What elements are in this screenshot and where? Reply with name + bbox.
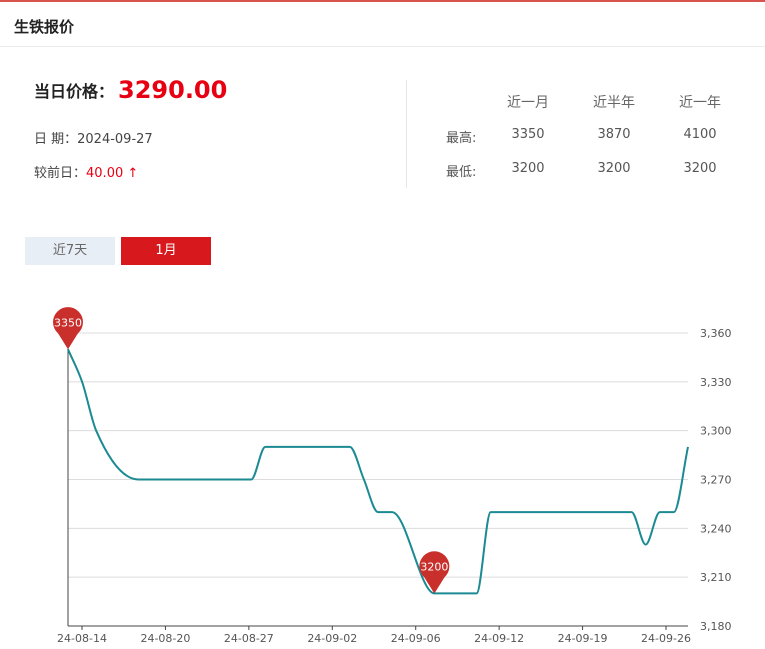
y-tick-label: 3,240 bbox=[700, 522, 732, 535]
price-date: 日 期：2024-09-27 bbox=[34, 132, 153, 147]
x-tick-label: 24-08-14 bbox=[57, 632, 107, 645]
price-line-chart: 3,360 3,330 3,300 3,270 3,240 3,210 3,180 24-08… bbox=[53, 307, 732, 645]
current-price-row: 当日价格： 3290.00 bbox=[34, 76, 227, 104]
y-tick-label: 3,360 bbox=[700, 327, 732, 340]
price-change-row: 较前日：40.00 ↑ bbox=[34, 162, 138, 181]
page-title: 生铁报价 bbox=[14, 18, 75, 36]
stats-low-1y: 3200 bbox=[683, 161, 717, 176]
y-tick-label: 3,330 bbox=[700, 376, 732, 389]
x-tick-label: 24-09-02 bbox=[307, 632, 357, 645]
stats-header-6m: 近半年 bbox=[593, 95, 635, 111]
tab-1-month[interactable]: 1月 bbox=[121, 237, 211, 265]
vertical-divider bbox=[406, 80, 407, 188]
page-header: 生铁报价 bbox=[0, 2, 765, 47]
stats-high-6m: 3870 bbox=[597, 127, 631, 142]
stats-high-1y: 4100 bbox=[683, 127, 717, 142]
x-tick-label: 24-08-20 bbox=[140, 632, 190, 645]
x-tick-label: 24-09-12 bbox=[474, 632, 524, 645]
x-tick-label: 24-09-19 bbox=[558, 632, 608, 645]
stats-header-1m: 近一月 bbox=[507, 95, 549, 111]
stats-high-1m: 3350 bbox=[511, 127, 545, 142]
y-tick-label: 3,210 bbox=[700, 571, 732, 584]
x-tick-label: 24-09-26 bbox=[641, 632, 691, 645]
stats-low-1m: 3200 bbox=[511, 161, 545, 176]
pin-label: 3350 bbox=[54, 316, 82, 329]
tab-7-days[interactable]: 近7天 bbox=[25, 237, 115, 265]
x-tick-label: 24-09-06 bbox=[391, 632, 441, 645]
y-tick-label: 3,300 bbox=[700, 425, 732, 438]
price-change-label: 较前日： bbox=[34, 166, 87, 181]
stats-low-6m: 3200 bbox=[597, 161, 631, 176]
y-tick-label: 3,180 bbox=[700, 620, 732, 633]
stats-header-1y: 近一年 bbox=[679, 95, 721, 111]
x-tick-label: 24-08-27 bbox=[224, 632, 274, 645]
current-price-value: 3290.00 bbox=[118, 76, 228, 104]
current-price-label: 当日价格： bbox=[34, 82, 115, 101]
pin-label: 3200 bbox=[420, 560, 448, 573]
y-tick-label: 3,270 bbox=[700, 474, 732, 487]
price-series-line bbox=[67, 348, 689, 595]
price-change-value: 40.00 ↑ bbox=[86, 166, 139, 181]
